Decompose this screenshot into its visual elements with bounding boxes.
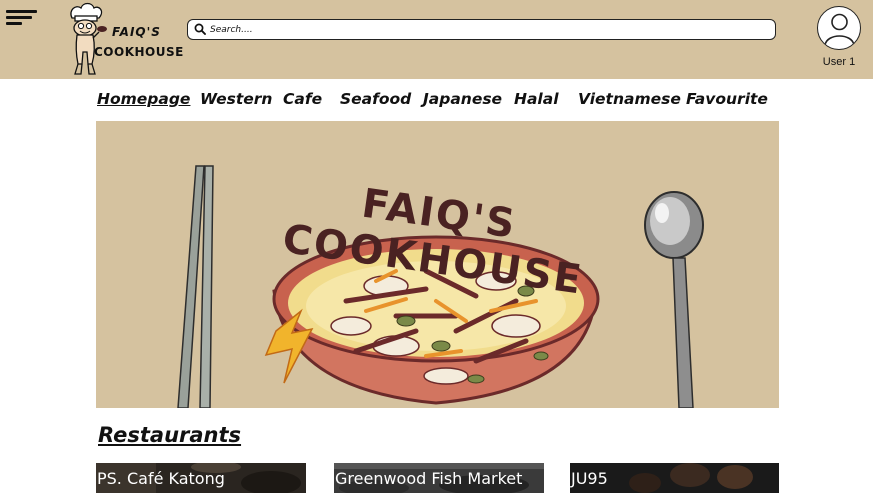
- search-bar[interactable]: [187, 19, 776, 40]
- search-icon: [194, 23, 206, 35]
- nav-item-seafood[interactable]: Seafood: [340, 90, 411, 108]
- hero-banner: FAIQ'S COOKHOUSE: [96, 121, 779, 408]
- nav-item-halal[interactable]: Halal: [514, 90, 559, 108]
- restaurant-name: PS. Café Katong: [97, 469, 225, 488]
- search-input[interactable]: [210, 21, 750, 38]
- nav-item-favourite[interactable]: Favourite: [686, 90, 768, 108]
- restaurant-name: Greenwood Fish Market: [335, 469, 523, 488]
- nav-item-homepage[interactable]: Homepage: [97, 90, 190, 108]
- restaurant-name: JU95: [571, 469, 608, 488]
- brand-name-line1: FAIQ'S: [112, 25, 161, 39]
- avatar-icon[interactable]: [817, 6, 861, 50]
- section-title-restaurants: Restaurants: [98, 423, 242, 447]
- nav-item-vietnamese[interactable]: Vietnamese: [578, 90, 681, 108]
- nav-item-cafe[interactable]: Cafe: [283, 90, 322, 108]
- nav-item-western[interactable]: Western: [200, 90, 272, 108]
- brand-name-line2: COOKHOUSE: [94, 45, 184, 59]
- chef-icon: [70, 2, 107, 75]
- cookhouse-logo[interactable]: FAIQ'S COOKHOUSE: [66, 2, 183, 78]
- nav-item-japanese[interactable]: Japanese: [423, 90, 502, 108]
- user-profile[interactable]: User 1: [814, 6, 864, 70]
- user-name: User 1: [822, 56, 856, 68]
- hamburger-menu-icon[interactable]: [6, 10, 38, 30]
- top-header: FAIQ'S COOKHOUSE User 1: [0, 0, 873, 79]
